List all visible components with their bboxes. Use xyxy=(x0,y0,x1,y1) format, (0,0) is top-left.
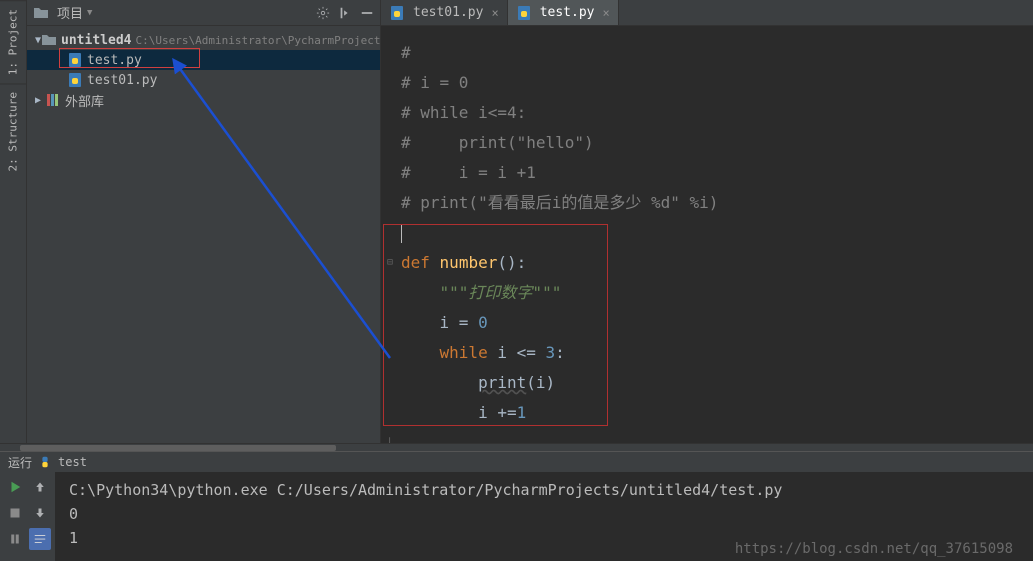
close-icon[interactable]: × xyxy=(491,6,498,20)
tab-label: test01.py xyxy=(413,5,483,20)
tree-root-path: C:\Users\Administrator\PycharmProjects\ xyxy=(135,34,380,47)
chevron-down-icon: ▼ xyxy=(87,8,92,18)
run-panel: 运行 test C:\Python34\python.exe C:/Users/… xyxy=(0,451,1033,561)
run-title: 运行 xyxy=(8,454,32,471)
pause-button[interactable] xyxy=(4,528,26,550)
code-line xyxy=(401,218,1013,248)
collapse-icon[interactable] xyxy=(338,6,352,20)
code-line: # xyxy=(401,38,1013,68)
tree-lib-label: 外部库 xyxy=(65,91,104,110)
code-line: while i <= 3: xyxy=(401,338,1013,368)
tree-file-label: test.py xyxy=(87,53,142,68)
tree-file-testpy[interactable]: test.py xyxy=(27,50,380,70)
side-tab-label: 1: Project xyxy=(7,9,20,75)
code-line: i = 0 xyxy=(401,308,1013,338)
code-editor[interactable]: ⊟ ⌊ ## i = 0# while i<=4:# print("hello"… xyxy=(381,26,1033,443)
run-config-name: test xyxy=(58,455,87,469)
watermark: https://blog.csdn.net/qq_37615098 xyxy=(735,541,1013,557)
output-line: 0 xyxy=(69,502,1019,526)
python-file-icon xyxy=(389,5,405,21)
python-file-icon xyxy=(67,52,83,68)
code-line: print(i) xyxy=(401,368,1013,398)
code-line: """打印数字""" xyxy=(401,278,1013,308)
library-icon xyxy=(45,92,61,108)
chevron-right-icon: ▶ xyxy=(35,95,45,106)
python-file-icon xyxy=(67,72,83,88)
run-panel-header: 运行 test xyxy=(0,452,1033,472)
gutter: ⊟ ⌊ xyxy=(383,38,397,443)
project-tree: ▼ untitled4 C:\Users\Administrator\Pycha… xyxy=(27,26,380,443)
code-line: # i = 0 xyxy=(401,68,1013,98)
down-button[interactable] xyxy=(29,502,51,524)
tab-test01[interactable]: test01.py × xyxy=(381,0,508,25)
python-file-icon xyxy=(516,5,532,21)
panel-title-text: 项目 xyxy=(57,3,83,22)
side-toolwindows: 1: Project 2: Structure xyxy=(0,0,27,443)
gear-icon[interactable] xyxy=(316,6,330,20)
code-line: i +=1 xyxy=(401,398,1013,428)
project-panel: 项目 ▼ ▼ untitled4 C:\Users\Administrator\… xyxy=(27,0,381,443)
close-icon[interactable]: × xyxy=(602,6,609,20)
tree-file-label: test01.py xyxy=(87,73,157,88)
tree-external-libs[interactable]: ▶ 外部库 xyxy=(27,90,380,110)
code-line: # while i<=4: xyxy=(401,98,1013,128)
editor-tabs: test01.py × test.py × xyxy=(381,0,1033,26)
code-line: # i = i +1 xyxy=(401,158,1013,188)
tab-label: test.py xyxy=(540,5,595,20)
tree-root-name: untitled4 xyxy=(61,33,131,48)
side-tab-structure[interactable]: 2: Structure xyxy=(0,83,26,179)
tree-file-test01py[interactable]: test01.py xyxy=(27,70,380,90)
horizontal-scrollbar[interactable] xyxy=(0,443,1033,451)
editor-area: test01.py × test.py × ⊟ ⌊ ## i = 0# whil… xyxy=(381,0,1033,443)
python-icon xyxy=(38,455,52,469)
tree-root[interactable]: ▼ untitled4 C:\Users\Administrator\Pycha… xyxy=(27,30,380,50)
side-tab-label: 2: Structure xyxy=(7,92,20,171)
run-toolbar xyxy=(0,472,55,561)
tab-test[interactable]: test.py × xyxy=(508,0,619,25)
wrap-button[interactable] xyxy=(29,528,51,550)
side-tab-project[interactable]: 1: Project xyxy=(0,0,26,83)
stop-button[interactable] xyxy=(4,502,26,524)
output-cmd: C:\Python34\python.exe C:/Users/Administ… xyxy=(69,478,1019,502)
project-panel-title[interactable]: 项目 ▼ xyxy=(33,3,92,22)
code-line: def number(): xyxy=(401,248,1013,278)
code-line: # print("hello") xyxy=(401,128,1013,158)
project-panel-header: 项目 ▼ xyxy=(27,0,380,26)
fold-end-icon: ⌊ xyxy=(383,428,397,443)
folder-icon xyxy=(41,32,57,48)
run-output[interactable]: C:\Python34\python.exe C:/Users/Administ… xyxy=(55,472,1033,561)
folder-icon xyxy=(33,5,49,21)
up-button[interactable] xyxy=(29,476,51,498)
fold-minus-icon[interactable]: ⊟ xyxy=(383,248,397,278)
code-line: # print("看看最后i的值是多少 %d" %i) xyxy=(401,188,1013,218)
rerun-button[interactable] xyxy=(4,476,26,498)
hide-icon[interactable] xyxy=(360,6,374,20)
